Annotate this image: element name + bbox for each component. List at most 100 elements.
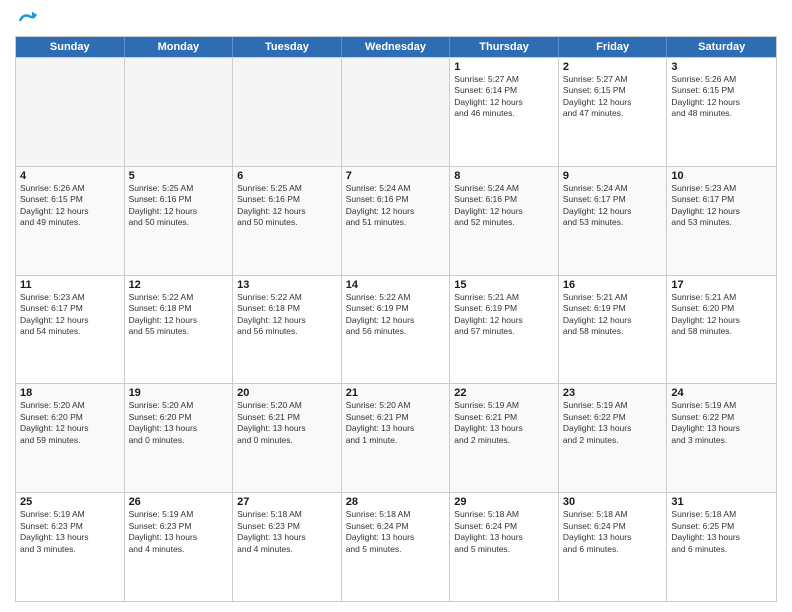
cell-info: Sunrise: 5:22 AM Sunset: 6:18 PM Dayligh… — [237, 292, 337, 338]
day-number: 9 — [563, 170, 663, 182]
day-cell-15: 15Sunrise: 5:21 AM Sunset: 6:19 PM Dayli… — [450, 276, 559, 384]
day-number: 19 — [129, 387, 229, 399]
header-day-sunday: Sunday — [16, 37, 125, 57]
day-number: 12 — [129, 279, 229, 291]
day-number: 14 — [346, 279, 446, 291]
day-cell-11: 11Sunrise: 5:23 AM Sunset: 6:17 PM Dayli… — [16, 276, 125, 384]
day-cell-20: 20Sunrise: 5:20 AM Sunset: 6:21 PM Dayli… — [233, 384, 342, 492]
day-number: 22 — [454, 387, 554, 399]
day-number: 31 — [671, 496, 772, 508]
calendar-body: 1Sunrise: 5:27 AM Sunset: 6:14 PM Daylig… — [16, 57, 776, 601]
day-number: 2 — [563, 61, 663, 73]
day-number: 6 — [237, 170, 337, 182]
cell-info: Sunrise: 5:19 AM Sunset: 6:23 PM Dayligh… — [129, 509, 229, 555]
day-cell-27: 27Sunrise: 5:18 AM Sunset: 6:23 PM Dayli… — [233, 493, 342, 601]
day-number: 15 — [454, 279, 554, 291]
cell-info: Sunrise: 5:19 AM Sunset: 6:22 PM Dayligh… — [563, 400, 663, 446]
day-number: 1 — [454, 61, 554, 73]
day-cell-2: 2Sunrise: 5:27 AM Sunset: 6:15 PM Daylig… — [559, 58, 668, 166]
day-number: 29 — [454, 496, 554, 508]
day-cell-23: 23Sunrise: 5:19 AM Sunset: 6:22 PM Dayli… — [559, 384, 668, 492]
header-day-saturday: Saturday — [667, 37, 776, 57]
logo-icon — [17, 10, 37, 30]
day-number: 8 — [454, 170, 554, 182]
calendar-row-2: 4Sunrise: 5:26 AM Sunset: 6:15 PM Daylig… — [16, 166, 776, 275]
day-cell-16: 16Sunrise: 5:21 AM Sunset: 6:19 PM Dayli… — [559, 276, 668, 384]
header-day-monday: Monday — [125, 37, 234, 57]
cell-info: Sunrise: 5:18 AM Sunset: 6:24 PM Dayligh… — [454, 509, 554, 555]
day-number: 20 — [237, 387, 337, 399]
day-cell-18: 18Sunrise: 5:20 AM Sunset: 6:20 PM Dayli… — [16, 384, 125, 492]
day-cell-19: 19Sunrise: 5:20 AM Sunset: 6:20 PM Dayli… — [125, 384, 234, 492]
cell-info: Sunrise: 5:19 AM Sunset: 6:22 PM Dayligh… — [671, 400, 772, 446]
cell-info: Sunrise: 5:23 AM Sunset: 6:17 PM Dayligh… — [671, 183, 772, 229]
day-number: 25 — [20, 496, 120, 508]
cell-info: Sunrise: 5:18 AM Sunset: 6:25 PM Dayligh… — [671, 509, 772, 555]
cell-info: Sunrise: 5:22 AM Sunset: 6:18 PM Dayligh… — [129, 292, 229, 338]
day-number: 18 — [20, 387, 120, 399]
day-cell-5: 5Sunrise: 5:25 AM Sunset: 6:16 PM Daylig… — [125, 167, 234, 275]
calendar: SundayMondayTuesdayWednesdayThursdayFrid… — [15, 36, 777, 602]
cell-info: Sunrise: 5:26 AM Sunset: 6:15 PM Dayligh… — [671, 74, 772, 120]
day-number: 16 — [563, 279, 663, 291]
cell-info: Sunrise: 5:24 AM Sunset: 6:16 PM Dayligh… — [346, 183, 446, 229]
calendar-row-5: 25 Sunrise: 5:19 AM Sunset: 6:23 PM Dayli… — [16, 492, 776, 601]
header-day-friday: Friday — [559, 37, 668, 57]
empty-cell-r0c1 — [125, 58, 234, 166]
day-cell-6: 6Sunrise: 5:25 AM Sunset: 6:16 PM Daylig… — [233, 167, 342, 275]
day-cell-4: 4Sunrise: 5:26 AM Sunset: 6:15 PM Daylig… — [16, 167, 125, 275]
day-cell-21: 21Sunrise: 5:20 AM Sunset: 6:21 PM Dayli… — [342, 384, 451, 492]
cell-info: Sunrise: 5:24 AM Sunset: 6:17 PM Dayligh… — [563, 183, 663, 229]
day-cell-17: 17Sunrise: 5:21 AM Sunset: 6:20 PM Dayli… — [667, 276, 776, 384]
empty-cell-r0c3 — [342, 58, 451, 166]
day-number: 30 — [563, 496, 663, 508]
day-cell-30: 30Sunrise: 5:18 AM Sunset: 6:24 PM Dayli… — [559, 493, 668, 601]
day-cell-9: 9Sunrise: 5:24 AM Sunset: 6:17 PM Daylig… — [559, 167, 668, 275]
day-number: 10 — [671, 170, 772, 182]
day-cell-7: 7Sunrise: 5:24 AM Sunset: 6:16 PM Daylig… — [342, 167, 451, 275]
day-number: 11 — [20, 279, 120, 291]
cell-info: Sunrise: 5:20 AM Sunset: 6:20 PM Dayligh… — [129, 400, 229, 446]
cell-info: Sunrise: 5:20 AM Sunset: 6:21 PM Dayligh… — [237, 400, 337, 446]
day-cell-31: 31Sunrise: 5:18 AM Sunset: 6:25 PM Dayli… — [667, 493, 776, 601]
calendar-header: SundayMondayTuesdayWednesdayThursdayFrid… — [16, 37, 776, 57]
cell-info: Sunrise: 5:18 AM Sunset: 6:23 PM Dayligh… — [237, 509, 337, 555]
day-number: 28 — [346, 496, 446, 508]
day-number: 26 — [129, 496, 229, 508]
day-number: 24 — [671, 387, 772, 399]
cell-info: Sunrise: 5:21 AM Sunset: 6:19 PM Dayligh… — [454, 292, 554, 338]
cell-info: Sunrise: 5:25 AM Sunset: 6:16 PM Dayligh… — [237, 183, 337, 229]
cell-info: Sunrise: 5:23 AM Sunset: 6:17 PM Dayligh… — [20, 292, 120, 338]
day-number: 17 — [671, 279, 772, 291]
cell-info: Sunrise: 5:19 AM Sunset: 6:21 PM Dayligh… — [454, 400, 554, 446]
day-cell-1: 1Sunrise: 5:27 AM Sunset: 6:14 PM Daylig… — [450, 58, 559, 166]
calendar-row-4: 18Sunrise: 5:20 AM Sunset: 6:20 PM Dayli… — [16, 383, 776, 492]
cell-info: Sunrise: 5:22 AM Sunset: 6:19 PM Dayligh… — [346, 292, 446, 338]
cell-info: Sunrise: 5:20 AM Sunset: 6:20 PM Dayligh… — [20, 400, 120, 446]
day-number: 23 — [563, 387, 663, 399]
day-cell-8: 8Sunrise: 5:24 AM Sunset: 6:16 PM Daylig… — [450, 167, 559, 275]
day-cell-12: 12Sunrise: 5:22 AM Sunset: 6:18 PM Dayli… — [125, 276, 234, 384]
header-day-wednesday: Wednesday — [342, 37, 451, 57]
day-number: 5 — [129, 170, 229, 182]
day-cell-29: 29Sunrise: 5:18 AM Sunset: 6:24 PM Dayli… — [450, 493, 559, 601]
day-number: 21 — [346, 387, 446, 399]
empty-cell-r0c0 — [16, 58, 125, 166]
header-day-tuesday: Tuesday — [233, 37, 342, 57]
day-cell-10: 10Sunrise: 5:23 AM Sunset: 6:17 PM Dayli… — [667, 167, 776, 275]
cell-info: Sunrise: 5:26 AM Sunset: 6:15 PM Dayligh… — [20, 183, 120, 229]
calendar-row-3: 11Sunrise: 5:23 AM Sunset: 6:17 PM Dayli… — [16, 275, 776, 384]
day-cell-28: 28Sunrise: 5:18 AM Sunset: 6:24 PM Dayli… — [342, 493, 451, 601]
day-cell-25: 25Sunrise: 5:19 AM Sunset: 6:23 PM Dayli… — [16, 493, 125, 601]
cell-info: Sunrise: 5:27 AM Sunset: 6:15 PM Dayligh… — [563, 74, 663, 120]
header — [15, 10, 777, 30]
logo — [15, 10, 37, 30]
page: SundayMondayTuesdayWednesdayThursdayFrid… — [0, 0, 792, 612]
cell-info: Sunrise: 5:21 AM Sunset: 6:19 PM Dayligh… — [563, 292, 663, 338]
cell-info: Sunrise: 5:18 AM Sunset: 6:24 PM Dayligh… — [346, 509, 446, 555]
day-cell-14: 14Sunrise: 5:22 AM Sunset: 6:19 PM Dayli… — [342, 276, 451, 384]
day-cell-13: 13Sunrise: 5:22 AM Sunset: 6:18 PM Dayli… — [233, 276, 342, 384]
empty-cell-r0c2 — [233, 58, 342, 166]
day-number: 3 — [671, 61, 772, 73]
cell-info: Sunrise: 5:25 AM Sunset: 6:16 PM Dayligh… — [129, 183, 229, 229]
